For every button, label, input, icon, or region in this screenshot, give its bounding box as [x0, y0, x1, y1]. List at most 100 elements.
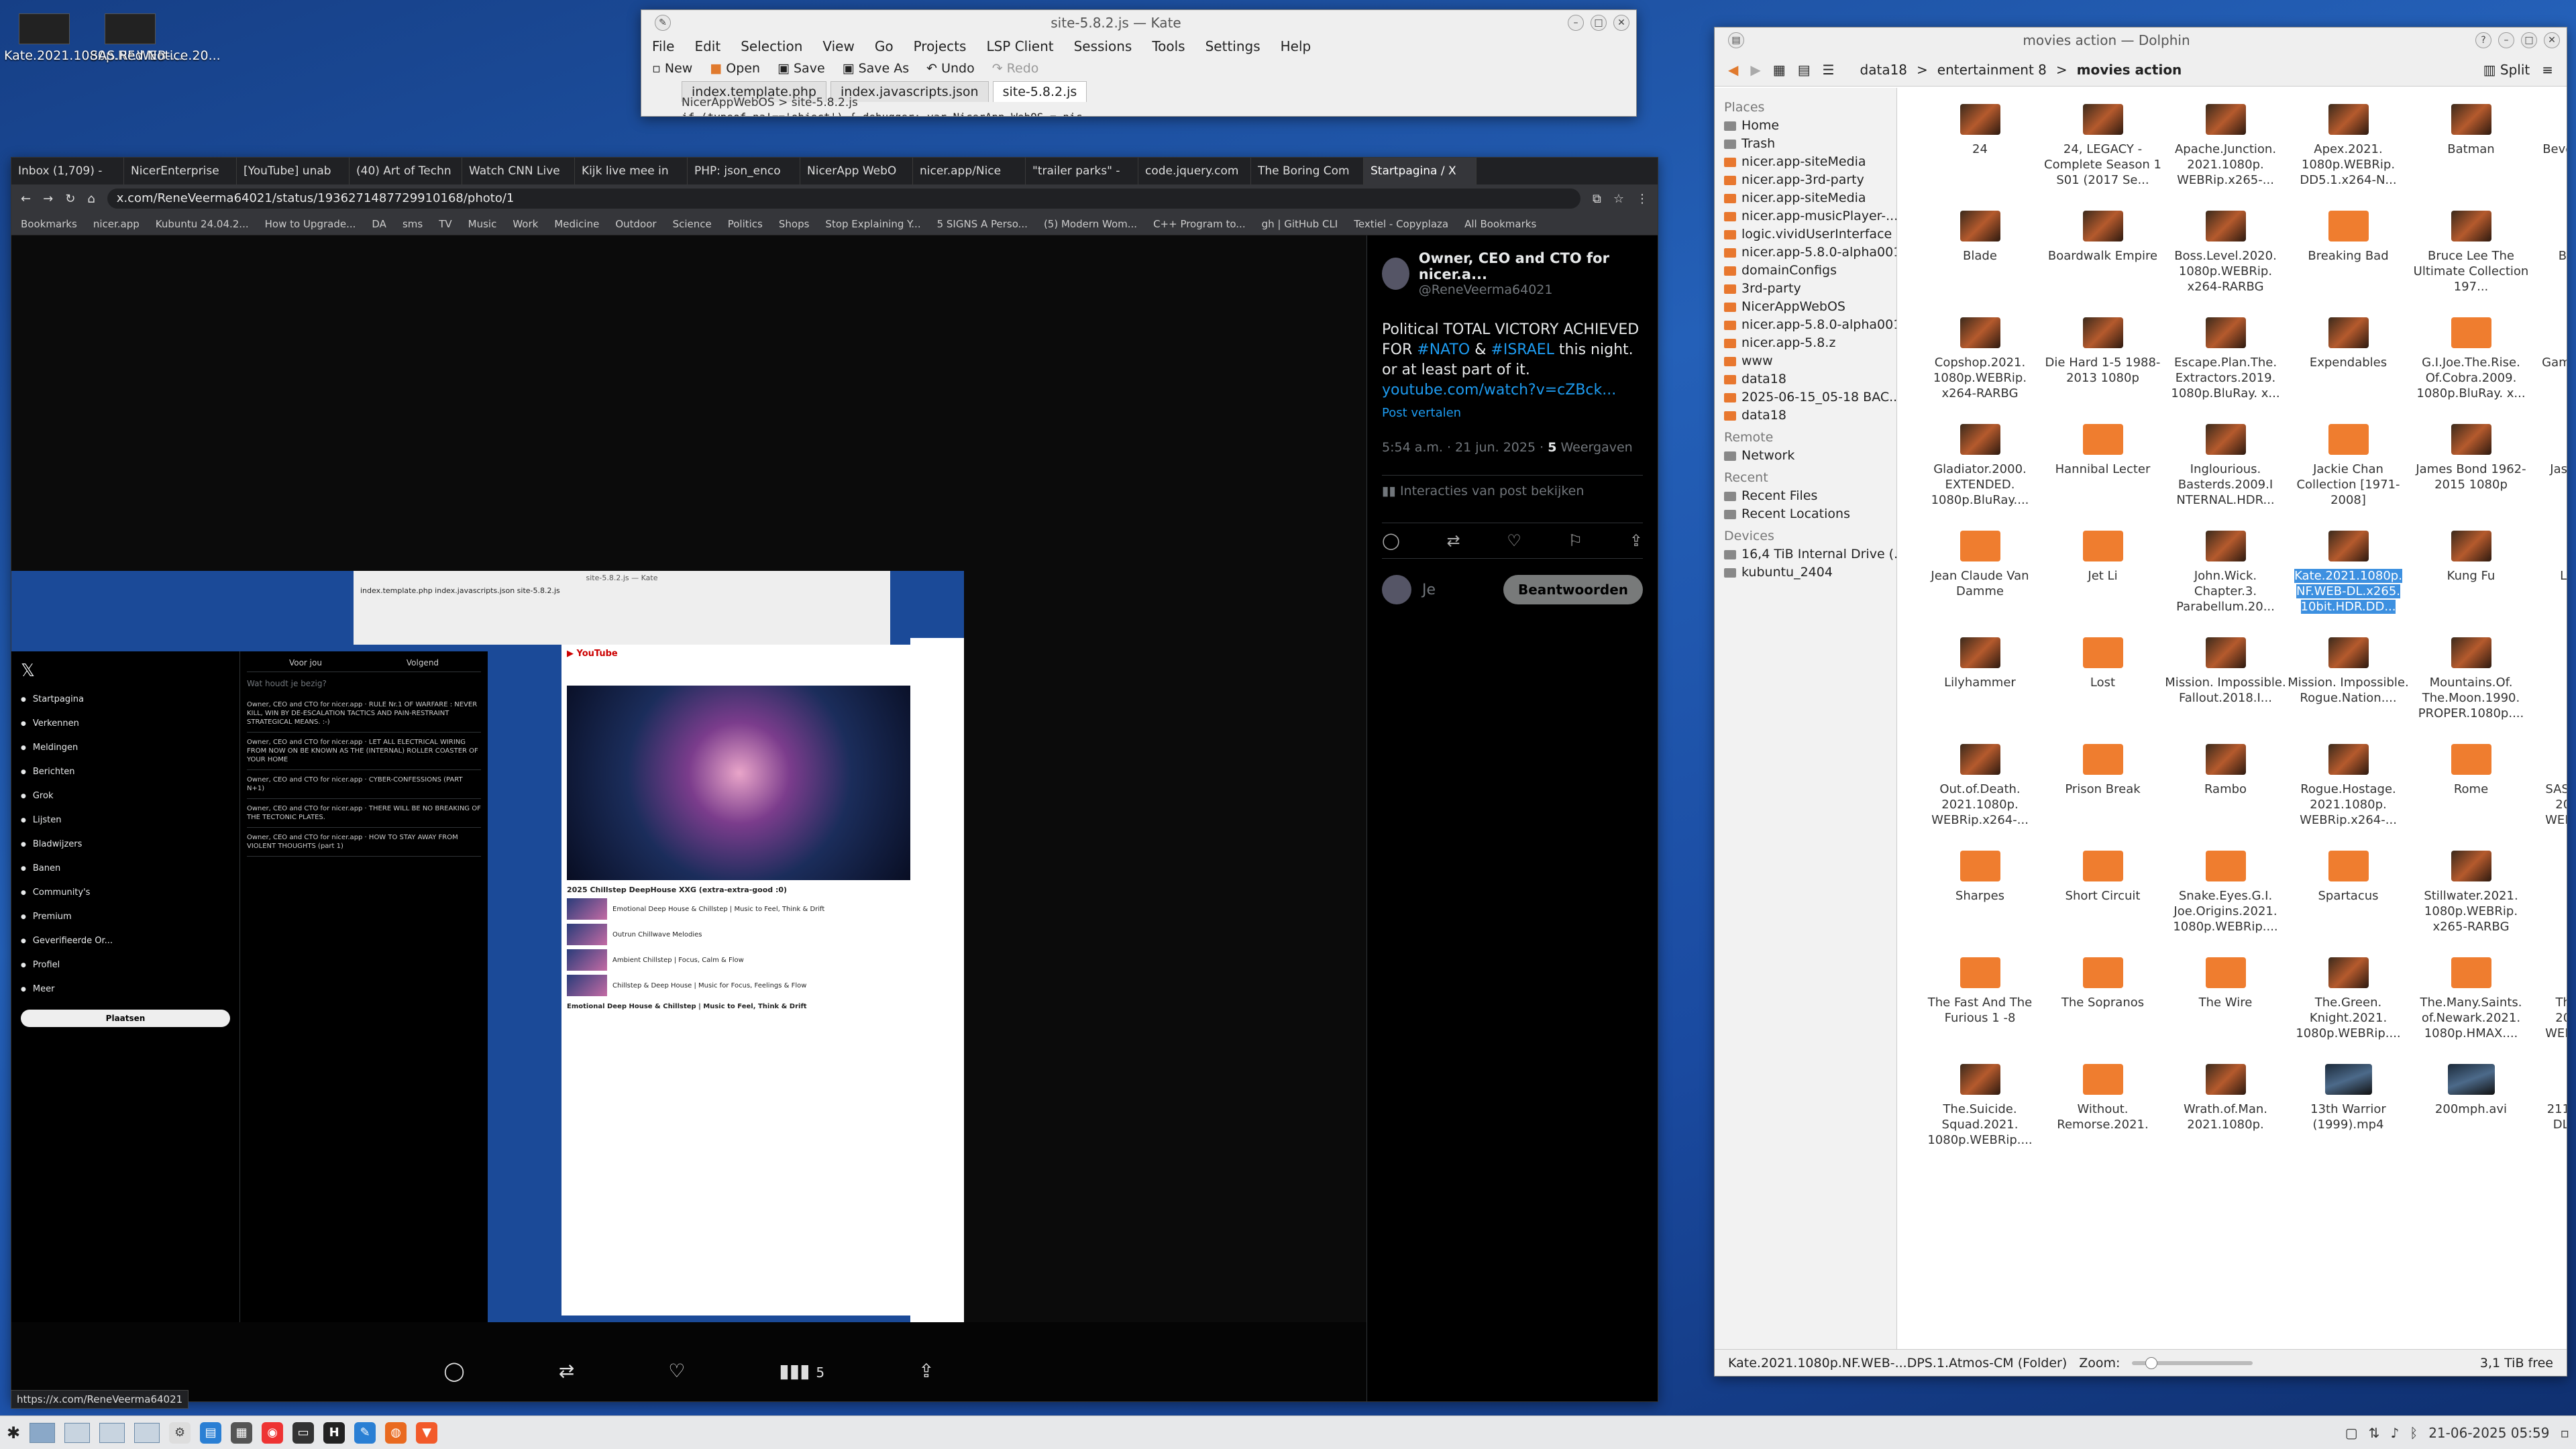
extensions-icon[interactable]: ⧉	[1593, 192, 1601, 206]
application-launcher-icon[interactable]: ✱	[7, 1424, 20, 1442]
home-icon[interactable]: ⌂	[87, 192, 95, 206]
hamburger-menu-icon[interactable]: ≡	[2542, 62, 2553, 78]
folder-item[interactable]: Batman	[2410, 104, 2532, 211]
folder-item[interactable]: Rambo	[2164, 744, 2287, 851]
folder-item[interactable]: John.Wick. Chapter.3. Parabellum.20...	[2164, 531, 2287, 637]
place-item[interactable]: nicer.app-musicPlayer-...	[1724, 207, 1896, 225]
menu-icon[interactable]: ⋮	[1636, 192, 1648, 206]
tab-voor-jou[interactable]: Voor jou	[289, 658, 322, 667]
back-icon[interactable]: ←	[21, 192, 31, 206]
post-button[interactable]: Plaatsen	[21, 1010, 230, 1027]
x-nav-item[interactable]: ● Lijsten	[21, 808, 230, 833]
close-button[interactable]: ✕	[1613, 15, 1629, 31]
breadcrumb-item[interactable]: data18	[1860, 62, 1908, 78]
maximize-button[interactable]: □	[2521, 32, 2537, 48]
menu-tools[interactable]: Tools	[1152, 38, 1185, 54]
back-icon[interactable]: ◀	[1728, 62, 1738, 78]
browser-tab[interactable]: Startpagina / X	[1364, 158, 1477, 184]
place-recent-locations[interactable]: Recent Locations	[1724, 505, 1887, 523]
minimize-button[interactable]: –	[1568, 15, 1584, 31]
place-network[interactable]: Network	[1724, 447, 1887, 465]
folder-item[interactable]: The.Many.Saints. of.Newark.2021. 1080p.H…	[2410, 957, 2532, 1064]
bookmark-item[interactable]: Outdoor	[615, 218, 656, 230]
folder-item[interactable]: Die Hard 1-5 1988-2013 1080p	[2041, 317, 2164, 424]
menu-lsp-client[interactable]: LSP Client	[986, 38, 1053, 54]
folder-item[interactable]: The.Protege. 2021.1080p. WEBRip.x264-...	[2532, 957, 2567, 1064]
browser-tab[interactable]: PHP: json_enco	[688, 158, 800, 184]
clock[interactable]: 21-06-2025 05:59	[2428, 1425, 2549, 1441]
tweet[interactable]: Owner, CEO and CTO for nicer.app · HOW T…	[247, 828, 481, 857]
chrome-icon[interactable]: ◉	[262, 1421, 284, 1444]
avatar[interactable]	[1382, 258, 1409, 290]
folder-item[interactable]: Jean Claude Van Damme	[1919, 531, 2041, 637]
bookmark-item[interactable]: sms	[402, 218, 423, 230]
bookmark-item[interactable]: Work	[513, 218, 538, 230]
firefox-icon[interactable]: ◍	[385, 1421, 407, 1444]
posted-screenshot[interactable]: site-5.8.2.js — Kate index.template.php …	[11, 235, 1366, 1322]
pager-desktop-3[interactable]	[99, 1422, 125, 1443]
folder-item[interactable]: Breaking Bad	[2287, 211, 2410, 317]
folder-item[interactable]: Lost	[2041, 637, 2164, 744]
breadcrumb-item[interactable]: entertainment 8	[1937, 62, 2047, 78]
calendar-icon[interactable]: ▦	[231, 1421, 253, 1444]
bookmark-item[interactable]: 5 SIGNS A Perso...	[937, 218, 1028, 230]
place-item[interactable]: 2025-06-15_05-18 BAC...	[1724, 388, 1896, 407]
place-recent-files[interactable]: Recent Files	[1724, 487, 1887, 505]
x-nav-item[interactable]: ● Meldingen	[21, 736, 230, 760]
playlist-entry[interactable]: Outrun Chillwave Melodies	[567, 924, 912, 945]
share-icon[interactable]: ⇪	[1629, 531, 1643, 550]
browser-tab[interactable]: The Boring Com	[1251, 158, 1364, 184]
place-item[interactable]: NicerAppWebOS	[1724, 298, 1887, 316]
place-item[interactable]: Trash	[1724, 135, 1887, 153]
browser-tab[interactable]: Inbox (1,709) -	[11, 158, 124, 184]
url-bar[interactable]: x.com/ReneVeerma64021/status/19362714877…	[107, 189, 1580, 209]
repost-icon[interactable]: ⇄	[559, 1360, 574, 1382]
folder-item[interactable]: Game of Thrones	[2532, 317, 2567, 424]
pager-desktop-2[interactable]	[64, 1422, 91, 1443]
open-button[interactable]: ■ Open	[710, 61, 760, 76]
settings-icon[interactable]: ⚙	[169, 1421, 191, 1444]
folder-item[interactable]: Rogue.Hostage. 2021.1080p. WEBRip.x264-.…	[2287, 744, 2410, 851]
folder-item[interactable]: Out.of.Death. 2021.1080p. WEBRip.x264-..…	[1919, 744, 2041, 851]
close-button[interactable]: ✕	[2544, 32, 2560, 48]
repost-icon[interactable]: ⇄	[1447, 531, 1460, 550]
bookmark-item[interactable]: Science	[673, 218, 712, 230]
compact-view-icon[interactable]: ▤	[1798, 62, 1811, 78]
folder-item[interactable]: Copshop.2021. 1080p.WEBRip. x264-RARBG	[1919, 317, 2041, 424]
network-icon[interactable]: ⇅	[2369, 1425, 2380, 1441]
bookmark-item[interactable]: Textiel - Copyplaza	[1354, 218, 1448, 230]
folder-item[interactable]: Escape.Plan.The. Extractors.2019. 1080p.…	[2164, 317, 2287, 424]
video-file[interactable]: 211.2018.WEB-DL.XviD.MP3-	[2532, 1064, 2567, 1171]
menu-sessions[interactable]: Sessions	[1074, 38, 1132, 54]
menu-file[interactable]: File	[652, 38, 674, 54]
folder-item[interactable]: The.Green. Knight.2021. 1080p.WEBRip....	[2287, 957, 2410, 1064]
browser-tab[interactable]: NicerEnterprise	[124, 158, 237, 184]
place-item[interactable]: nicer.app-5.8.0-alpha001d	[1724, 316, 1896, 334]
playlist-entry[interactable]: Chillstep & Deep House | Music for Focus…	[567, 975, 912, 996]
folder-item[interactable]: James Bond 1962-2015 1080p	[2410, 424, 2532, 531]
folder-item[interactable]: Jackie Chan Collection [1971-2008]	[2287, 424, 2410, 531]
device-kubuntu[interactable]: kubuntu_2404	[1724, 564, 1887, 582]
video-file[interactable]: 13th Warrior (1999).mp4	[2287, 1064, 2410, 1171]
place-item[interactable]: data18	[1724, 370, 1887, 388]
reply-icon[interactable]: ◯	[443, 1360, 464, 1382]
folder-item[interactable]: Sharpes	[1919, 851, 2041, 957]
zoom-slider-handle[interactable]	[2145, 1356, 2158, 1369]
share-icon[interactable]: ⇪	[918, 1360, 934, 1382]
x-nav-item[interactable]: ● Community's	[21, 881, 230, 905]
like-icon[interactable]: ♡	[1507, 531, 1521, 550]
bookmark-item[interactable]: How to Upgrade...	[265, 218, 356, 230]
bookmark-item[interactable]: TV	[439, 218, 451, 230]
folder-item[interactable]: Boardwalk Empire	[2041, 211, 2164, 317]
x-nav-item[interactable]: ● Berichten	[21, 760, 230, 784]
tweet[interactable]: Owner, CEO and CTO for nicer.app · RULE …	[247, 695, 481, 733]
x-nav-item[interactable]: ● Premium	[21, 905, 230, 929]
folder-item[interactable]: Nikita	[2532, 637, 2567, 744]
place-item[interactable]: nicer.app-siteMedia	[1724, 189, 1887, 207]
interactions-link[interactable]: ▮▮ Interacties van post bekijken	[1382, 475, 1643, 506]
x-nav-item[interactable]: ● Verkennen	[21, 712, 230, 736]
folder-item[interactable]: Kate.2021.1080p. NF.WEB-DL.x265. 10bit.H…	[2287, 531, 2410, 637]
folder-item[interactable]: Kung Fu	[2410, 531, 2532, 637]
brave-icon[interactable]: ▼	[416, 1421, 438, 1444]
folder-item[interactable]: Bruce Lee The Ultimate Collection 197...	[2410, 211, 2532, 317]
